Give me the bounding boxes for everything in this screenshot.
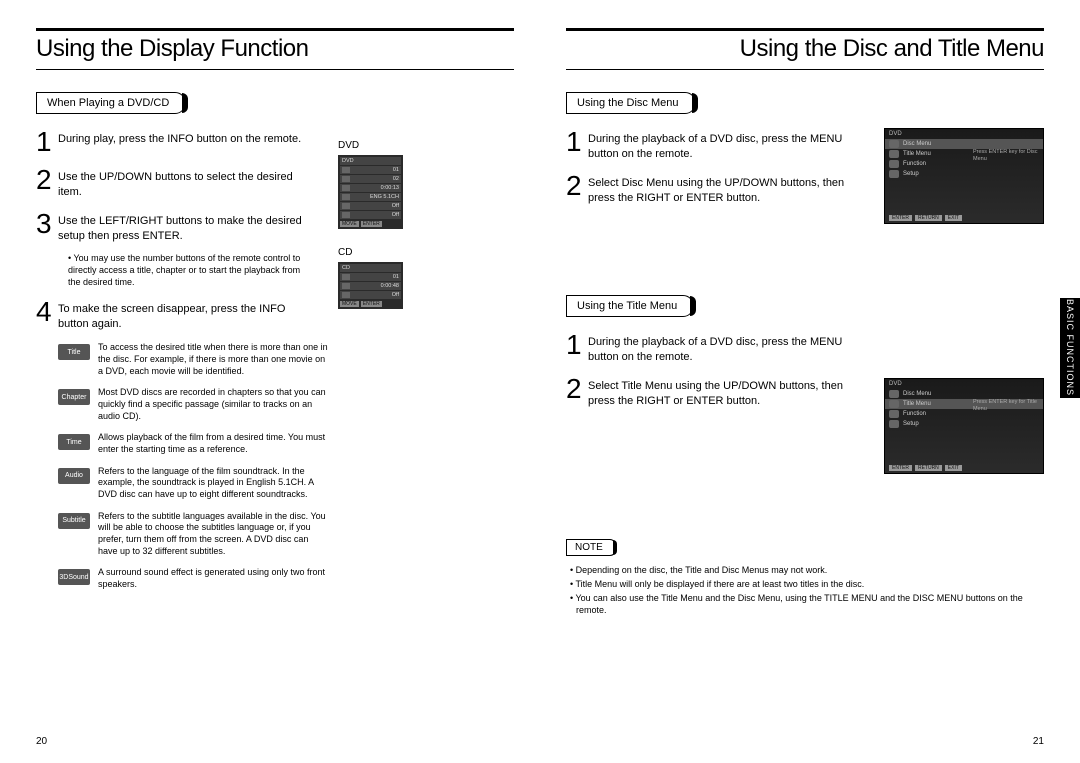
page-number-right: 21 [1033, 736, 1044, 747]
title-step-2: 2 Select Title Menu using the UP/DOWN bu… [566, 375, 862, 409]
step-number: 2 [566, 375, 588, 403]
step-number: 2 [566, 172, 588, 200]
time-icon: Time [58, 434, 90, 450]
osd-header: DVD [340, 157, 401, 165]
step-3-note: • You may use the number buttons of the … [68, 253, 308, 288]
note-item: You can also use the Title Menu and the … [566, 592, 1044, 616]
step-text: During play, press the INFO button on th… [58, 128, 301, 147]
menu-item: Disc Menu [885, 139, 1043, 149]
icon-time-desc: Allows playback of the film from a desir… [98, 432, 328, 455]
osd-row: ENG 5.1CH [340, 193, 401, 201]
osd-row: 02 [340, 175, 401, 183]
title-menu-screenshot: DVD Disc Menu Title Menu Function Setup … [884, 378, 1044, 474]
step-text: Select Disc Menu using the UP/DOWN butto… [588, 172, 846, 206]
osd-row: Off [340, 211, 401, 219]
osd-row: 01 [340, 273, 401, 281]
section-when-playing: When Playing a DVD/CD [36, 92, 186, 114]
menu-hint: Press ENTER key for Title Menu [973, 399, 1039, 412]
step-text: To make the screen disappear, press the … [58, 298, 316, 332]
osd-row: 01 [340, 166, 401, 174]
step-number: 1 [36, 128, 58, 156]
menu-footer: ENTERRETURNEXIT [889, 215, 1039, 221]
disc-menu-screenshot: DVD Disc Menu Title Menu Function Setup … [884, 128, 1044, 224]
icon-audio-row: Audio Refers to the language of the film… [36, 466, 514, 501]
title-icon: Title [58, 344, 90, 360]
step-text: Select Title Menu using the UP/DOWN butt… [588, 375, 846, 409]
page-number-left: 20 [36, 736, 47, 747]
icon-3dsound-row: 3DSound A surround sound effect is gener… [36, 567, 514, 590]
step-text: Use the LEFT/RIGHT buttons to make the d… [58, 210, 316, 244]
headline-left: Using the Display Function [36, 28, 514, 70]
cd-figure-label: CD [338, 247, 458, 258]
menu-item: Setup [885, 169, 1043, 179]
osd-row: 0:00:13 [340, 184, 401, 192]
step-number: 3 [36, 210, 58, 238]
headline-right: Using the Disc and Title Menu [566, 28, 1044, 70]
chapter-icon: Chapter [58, 389, 90, 405]
page-title-right: Using the Disc and Title Menu [566, 35, 1044, 63]
notes-list: Depending on the disc, the Title and Dis… [566, 564, 1044, 617]
icon-audio-desc: Refers to the language of the film sound… [98, 466, 328, 501]
disc-step-1: 1 During the playback of a DVD disc, pre… [566, 128, 862, 162]
osd-footer: MOVEENTER [340, 221, 401, 227]
dvd-figure-label: DVD [338, 140, 458, 151]
section-title-menu: Using the Title Menu [566, 295, 694, 317]
osd-row: 0:00:48 [340, 282, 401, 290]
step-number: 4 [36, 298, 58, 326]
icon-chapter-row: Chapter Most DVD discs are recorded in c… [36, 387, 514, 422]
section-disc-menu: Using the Disc Menu [566, 92, 696, 114]
menu-item: Setup [885, 419, 1043, 429]
icon-3dsound-desc: A surround sound effect is generated usi… [98, 567, 328, 590]
figure-column: DVD DVD 01 02 0:00:13 ENG 5.1CH Off Off … [338, 140, 458, 327]
menu-item: Disc Menu [885, 389, 1043, 399]
cd-osd: CD 01 0:00:48 Off MOVEENTER [338, 262, 403, 309]
step-number: 1 [566, 331, 588, 359]
icon-subtitle-row: Subtitle Refers to the subtitle language… [36, 511, 514, 558]
step-text: During the playback of a DVD disc, press… [588, 128, 846, 162]
page-right: Using the Disc and Title Menu Using the … [540, 0, 1080, 763]
step-number: 2 [36, 166, 58, 194]
note-item: Title Menu will only be displayed if the… [566, 578, 1044, 590]
osd-row: Off [340, 202, 401, 210]
osd-row: Off [340, 291, 401, 299]
icon-subtitle-desc: Refers to the subtitle languages availab… [98, 511, 328, 558]
page-title-left: Using the Display Function [36, 35, 514, 63]
icon-time-row: Time Allows playback of the film from a … [36, 432, 514, 455]
step-text: During the playback of a DVD disc, press… [588, 331, 846, 365]
disc-step-2: 2 Select Disc Menu using the UP/DOWN but… [566, 172, 862, 206]
icon-title-row: Title To access the desired title when t… [36, 342, 514, 377]
audio-icon: Audio [58, 468, 90, 484]
icon-chapter-desc: Most DVD discs are recorded in chapters … [98, 387, 328, 422]
title-step-1: 1 During the playback of a DVD disc, pre… [566, 331, 862, 365]
menu-hint: Press ENTER key for Disc Menu [973, 149, 1039, 162]
step-text: Use the UP/DOWN buttons to select the de… [58, 166, 316, 200]
osd-footer: MOVEENTER [340, 301, 401, 307]
step-number: 1 [566, 128, 588, 156]
dvd-osd: DVD 01 02 0:00:13 ENG 5.1CH Off Off MOVE… [338, 155, 403, 229]
sound3d-icon: 3DSound [58, 569, 90, 585]
note-heading: NOTE [566, 539, 616, 556]
subtitle-icon: Subtitle [58, 513, 90, 529]
icon-title-desc: To access the desired title when there i… [98, 342, 328, 377]
section-tab: BASIC FUNCTIONS [1060, 298, 1080, 398]
page-left: Using the Display Function When Playing … [0, 0, 540, 763]
menu-footer: ENTERRETURNEXIT [889, 465, 1039, 471]
note-item: Depending on the disc, the Title and Dis… [566, 564, 1044, 576]
osd-header: CD [340, 264, 401, 272]
